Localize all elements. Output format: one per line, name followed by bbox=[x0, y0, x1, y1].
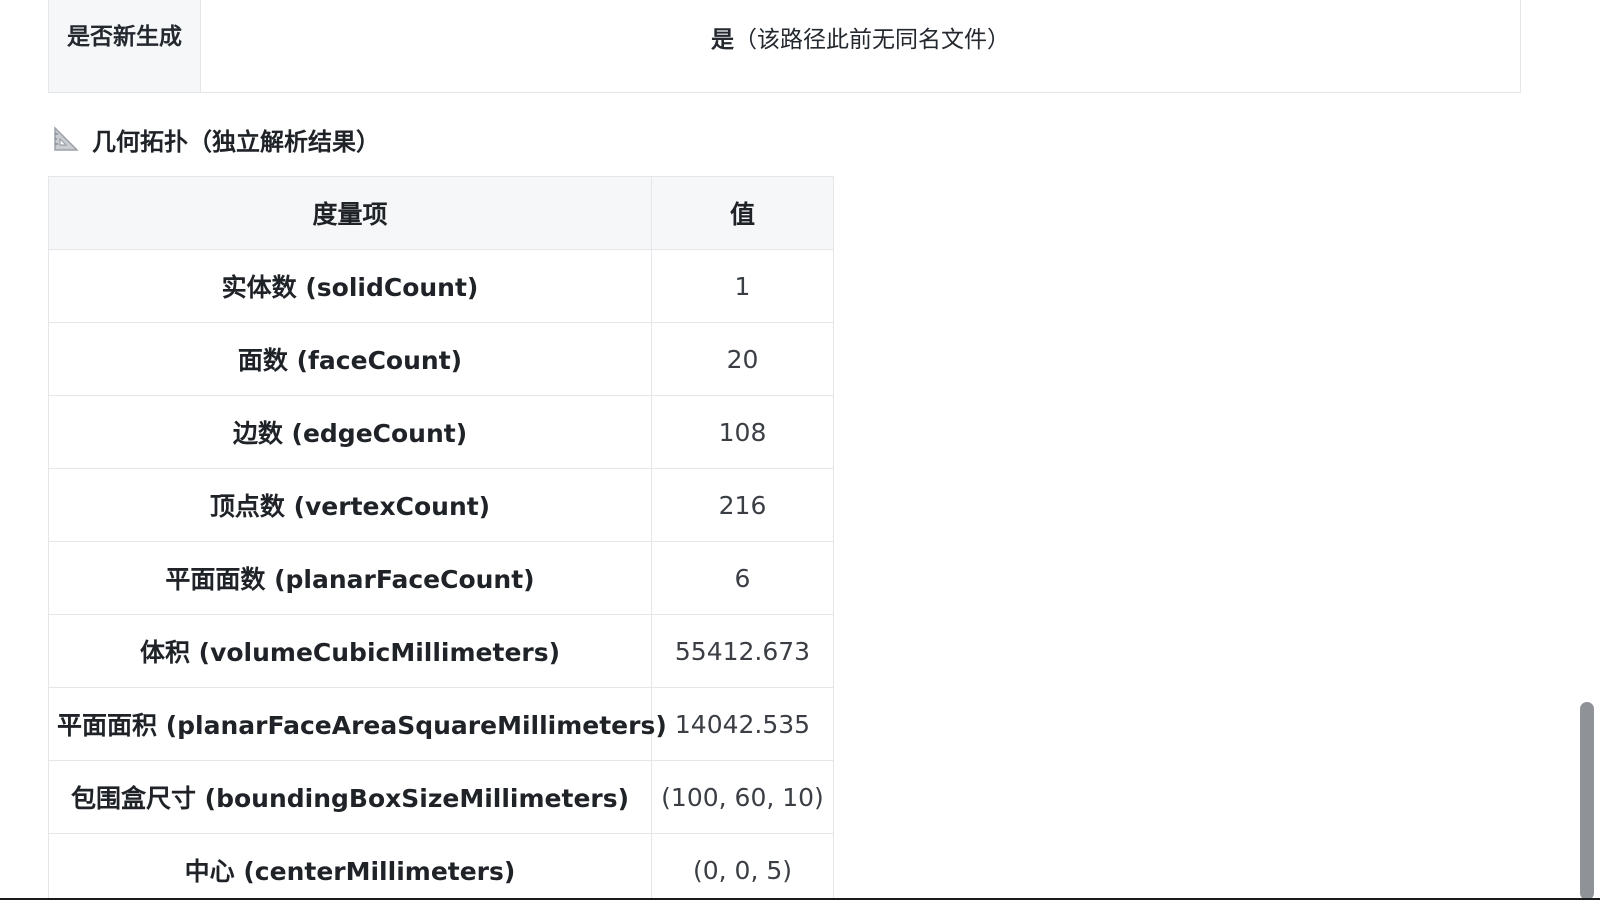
table-row: 平面面数 (planarFaceCount) 6 bbox=[48, 541, 834, 615]
table-row: 是否新生成 是（该路径此前无同名文件） bbox=[48, 0, 1521, 93]
table-row: 面数 (faceCount) 20 bbox=[48, 322, 834, 396]
vertical-scrollbar[interactable] bbox=[1570, 0, 1600, 900]
geometry-metrics-table: 度量项 值 实体数 (solidCount) 1 面数 (faceCount) … bbox=[48, 176, 834, 900]
table-row: 中心 (centerMillimeters) (0, 0, 5) bbox=[48, 833, 834, 900]
metric-value: 55412.673 bbox=[651, 614, 834, 688]
table-row: 边数 (edgeCount) 108 bbox=[48, 395, 834, 469]
metric-value: 216 bbox=[651, 468, 834, 542]
page: 是否新生成 是（该路径此前无同名文件） 几何拓扑（独立解析结果） 度量项 值 实… bbox=[0, 0, 1600, 900]
table-row: 实体数 (solidCount) 1 bbox=[48, 249, 834, 323]
section-heading: 几何拓扑（独立解析结果） bbox=[52, 119, 380, 159]
metric-name: 平面面积 (planarFaceAreaSquareMillimeters) bbox=[48, 687, 667, 761]
column-header-value: 值 bbox=[651, 176, 834, 250]
metric-name: 包围盒尺寸 (boundingBoxSizeMillimeters) bbox=[48, 760, 652, 834]
metric-value: 108 bbox=[651, 395, 834, 469]
metric-name: 实体数 (solidCount) bbox=[48, 249, 652, 323]
table-row: 平面面积 (planarFaceAreaSquareMillimeters) 1… bbox=[48, 687, 834, 761]
column-header-metric: 度量项 bbox=[48, 176, 652, 250]
metric-name: 平面面数 (planarFaceCount) bbox=[48, 541, 652, 615]
table-row: 体积 (volumeCubicMillimeters) 55412.673 bbox=[48, 614, 834, 688]
field-key: 是否新生成 bbox=[48, 0, 201, 93]
field-value-note: （该路径此前无同名文件） bbox=[734, 26, 1010, 53]
metric-name: 中心 (centerMillimeters) bbox=[48, 833, 652, 900]
metric-value: 20 bbox=[651, 322, 834, 396]
metric-value: (100, 60, 10) bbox=[651, 760, 834, 834]
metric-value: 14042.535 bbox=[651, 687, 834, 761]
metric-name: 面数 (faceCount) bbox=[48, 322, 652, 396]
table-header-row: 度量项 值 bbox=[48, 176, 834, 250]
metric-value: 1 bbox=[651, 249, 834, 323]
section-title: 几何拓扑（独立解析结果） bbox=[92, 127, 380, 156]
metric-name: 边数 (edgeCount) bbox=[48, 395, 652, 469]
field-value-main: 是 bbox=[711, 26, 734, 53]
table-row: 顶点数 (vertexCount) 216 bbox=[48, 468, 834, 542]
file-info-table: 是否新生成 是（该路径此前无同名文件） bbox=[48, 0, 1521, 93]
scrollbar-thumb[interactable] bbox=[1580, 702, 1594, 900]
field-value: 是（该路径此前无同名文件） bbox=[200, 0, 1521, 93]
metric-name: 顶点数 (vertexCount) bbox=[48, 468, 652, 542]
metric-value: (0, 0, 5) bbox=[651, 833, 834, 900]
metric-name: 体积 (volumeCubicMillimeters) bbox=[48, 614, 652, 688]
ruler-triangle-icon bbox=[52, 125, 80, 153]
table-row: 包围盒尺寸 (boundingBoxSizeMillimeters) (100,… bbox=[48, 760, 834, 834]
metric-value: 6 bbox=[651, 541, 834, 615]
